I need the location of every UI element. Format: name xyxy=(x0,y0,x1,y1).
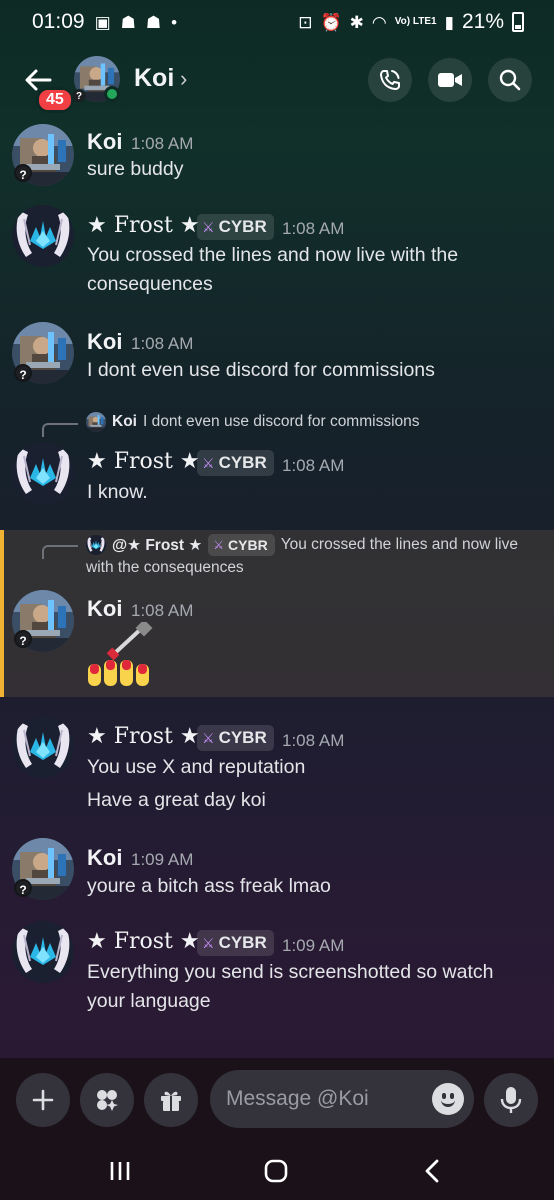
network-label: Vo) LTE1 xyxy=(394,16,437,27)
timestamp: 1:08 AM xyxy=(282,219,345,238)
gift-button[interactable] xyxy=(144,1073,198,1127)
reply-avatar xyxy=(86,412,106,432)
help-icon: ? xyxy=(72,89,86,103)
nail-polish-emoji xyxy=(88,622,153,686)
chat-header: 45 ? Koi › xyxy=(0,44,554,116)
message-text: sure buddy xyxy=(87,158,184,180)
dot-icon: • xyxy=(171,12,178,32)
home-icon xyxy=(264,1159,288,1183)
plus-icon xyxy=(32,1089,54,1111)
reply-preview[interactable]: @★ Frost ★ ⚔ CYBR You crossed the lines a… xyxy=(86,534,518,556)
reply-preview[interactable]: Koi I dont even use discord for commissi… xyxy=(86,412,420,432)
phone-icon xyxy=(380,70,400,90)
timestamp: 1:08 AM xyxy=(131,601,194,620)
server-tag[interactable]: ⚔ CYBR xyxy=(197,450,274,476)
alarm-icon: ⏰ xyxy=(320,12,342,32)
search-button[interactable] xyxy=(488,58,532,102)
add-attachment-button[interactable] xyxy=(16,1073,70,1127)
recent-apps-button[interactable] xyxy=(100,1156,140,1186)
voice-call-button[interactable] xyxy=(368,58,412,102)
bluetooth-icon: ✱ xyxy=(349,12,364,32)
system-navigation-bar xyxy=(0,1142,554,1200)
sword-icon: ⚔ xyxy=(202,454,215,471)
username[interactable]: ★ Frost ★ xyxy=(87,213,200,238)
message-text: I dont even use discord for commissions xyxy=(87,359,435,381)
username[interactable]: Koi xyxy=(87,845,122,871)
message-text: You use X and reputation xyxy=(87,756,306,778)
unread-badge: 45 xyxy=(36,87,74,113)
message-text: youre a bitch ass freak lmao xyxy=(87,875,331,897)
timestamp: 1:09 AM xyxy=(131,850,194,869)
recent-apps-icon xyxy=(110,1162,130,1180)
snapchat-icon-2: ☗ xyxy=(145,12,162,32)
battery-percent: 21% xyxy=(461,10,504,33)
status-time: 01:09 xyxy=(32,10,85,33)
video-call-button[interactable] xyxy=(428,58,472,102)
chevron-right-icon[interactable]: › xyxy=(180,66,187,92)
apps-icon xyxy=(97,1090,118,1111)
username[interactable]: ★ Frost ★ xyxy=(87,449,200,474)
microphone-icon xyxy=(500,1087,522,1113)
voice-message-button[interactable] xyxy=(484,1073,538,1127)
signal-icon: ▮ xyxy=(444,12,454,32)
timestamp: 1:08 AM xyxy=(282,456,345,475)
snapchat-icon: ☗ xyxy=(120,12,136,32)
avatar[interactable] xyxy=(12,716,74,778)
sword-icon: ⚔ xyxy=(202,218,215,235)
back-button[interactable] xyxy=(412,1156,452,1186)
message-text: Have a great day koi xyxy=(87,789,266,811)
message-text: Everything you send is screenshotted so … xyxy=(87,961,494,1012)
message-text: You crossed the lines and now live with … xyxy=(87,244,459,295)
avatar[interactable] xyxy=(12,442,74,504)
timestamp: 1:08 AM xyxy=(282,731,345,750)
username[interactable]: ★ Frost ★ xyxy=(87,724,200,749)
chevron-left-icon xyxy=(425,1159,439,1183)
timestamp: 1:09 AM xyxy=(282,936,345,955)
home-button[interactable] xyxy=(256,1156,296,1186)
server-tag[interactable]: ⚔ CYBR xyxy=(197,930,274,956)
reply-avatar xyxy=(86,535,106,555)
status-bar: 01:09 ▣ ☗ ☗ • ⊡ ⏰ ✱ ◠ Vo) LTE1 ▮ 21% xyxy=(0,0,554,44)
username[interactable]: Koi xyxy=(87,596,122,622)
server-tag: ⚔ CYBR xyxy=(208,534,275,556)
apps-button[interactable] xyxy=(80,1073,134,1127)
video-camera-icon xyxy=(438,73,462,87)
help-icon: ? xyxy=(14,879,32,897)
timestamp: 1:08 AM xyxy=(131,134,194,153)
message-text: I know. xyxy=(87,481,148,503)
data-saver-icon: ⊡ xyxy=(298,12,313,32)
message-input-container xyxy=(210,1070,474,1128)
avatar[interactable] xyxy=(12,205,74,267)
reply-connector xyxy=(42,423,78,437)
reply-connector xyxy=(42,545,78,559)
avatar[interactable] xyxy=(12,921,74,983)
username[interactable]: Koi xyxy=(87,129,122,155)
gallery-icon: ▣ xyxy=(94,12,111,32)
battery-icon xyxy=(512,12,524,32)
username[interactable]: ★ Frost ★ xyxy=(87,929,200,954)
search-icon xyxy=(499,69,521,91)
server-tag[interactable]: ⚔ CYBR xyxy=(197,214,274,240)
gift-icon xyxy=(161,1091,181,1111)
message-input[interactable] xyxy=(226,1080,426,1118)
sword-icon: ⚔ xyxy=(213,538,225,552)
username[interactable]: Koi xyxy=(87,329,122,355)
help-icon: ? xyxy=(14,364,32,382)
emoji-icon[interactable] xyxy=(432,1083,464,1115)
online-status-icon xyxy=(104,86,120,102)
sword-icon: ⚔ xyxy=(202,729,215,746)
page-title[interactable]: Koi xyxy=(134,64,174,93)
help-icon: ? xyxy=(14,164,32,182)
message-composer xyxy=(0,1058,554,1142)
wifi-icon: ◠ xyxy=(371,12,387,32)
timestamp: 1:08 AM xyxy=(131,334,194,353)
reply-preview-continued: with the consequences xyxy=(86,559,244,576)
server-tag[interactable]: ⚔ CYBR xyxy=(197,725,274,751)
help-icon: ? xyxy=(14,630,32,648)
sword-icon: ⚔ xyxy=(202,934,215,951)
